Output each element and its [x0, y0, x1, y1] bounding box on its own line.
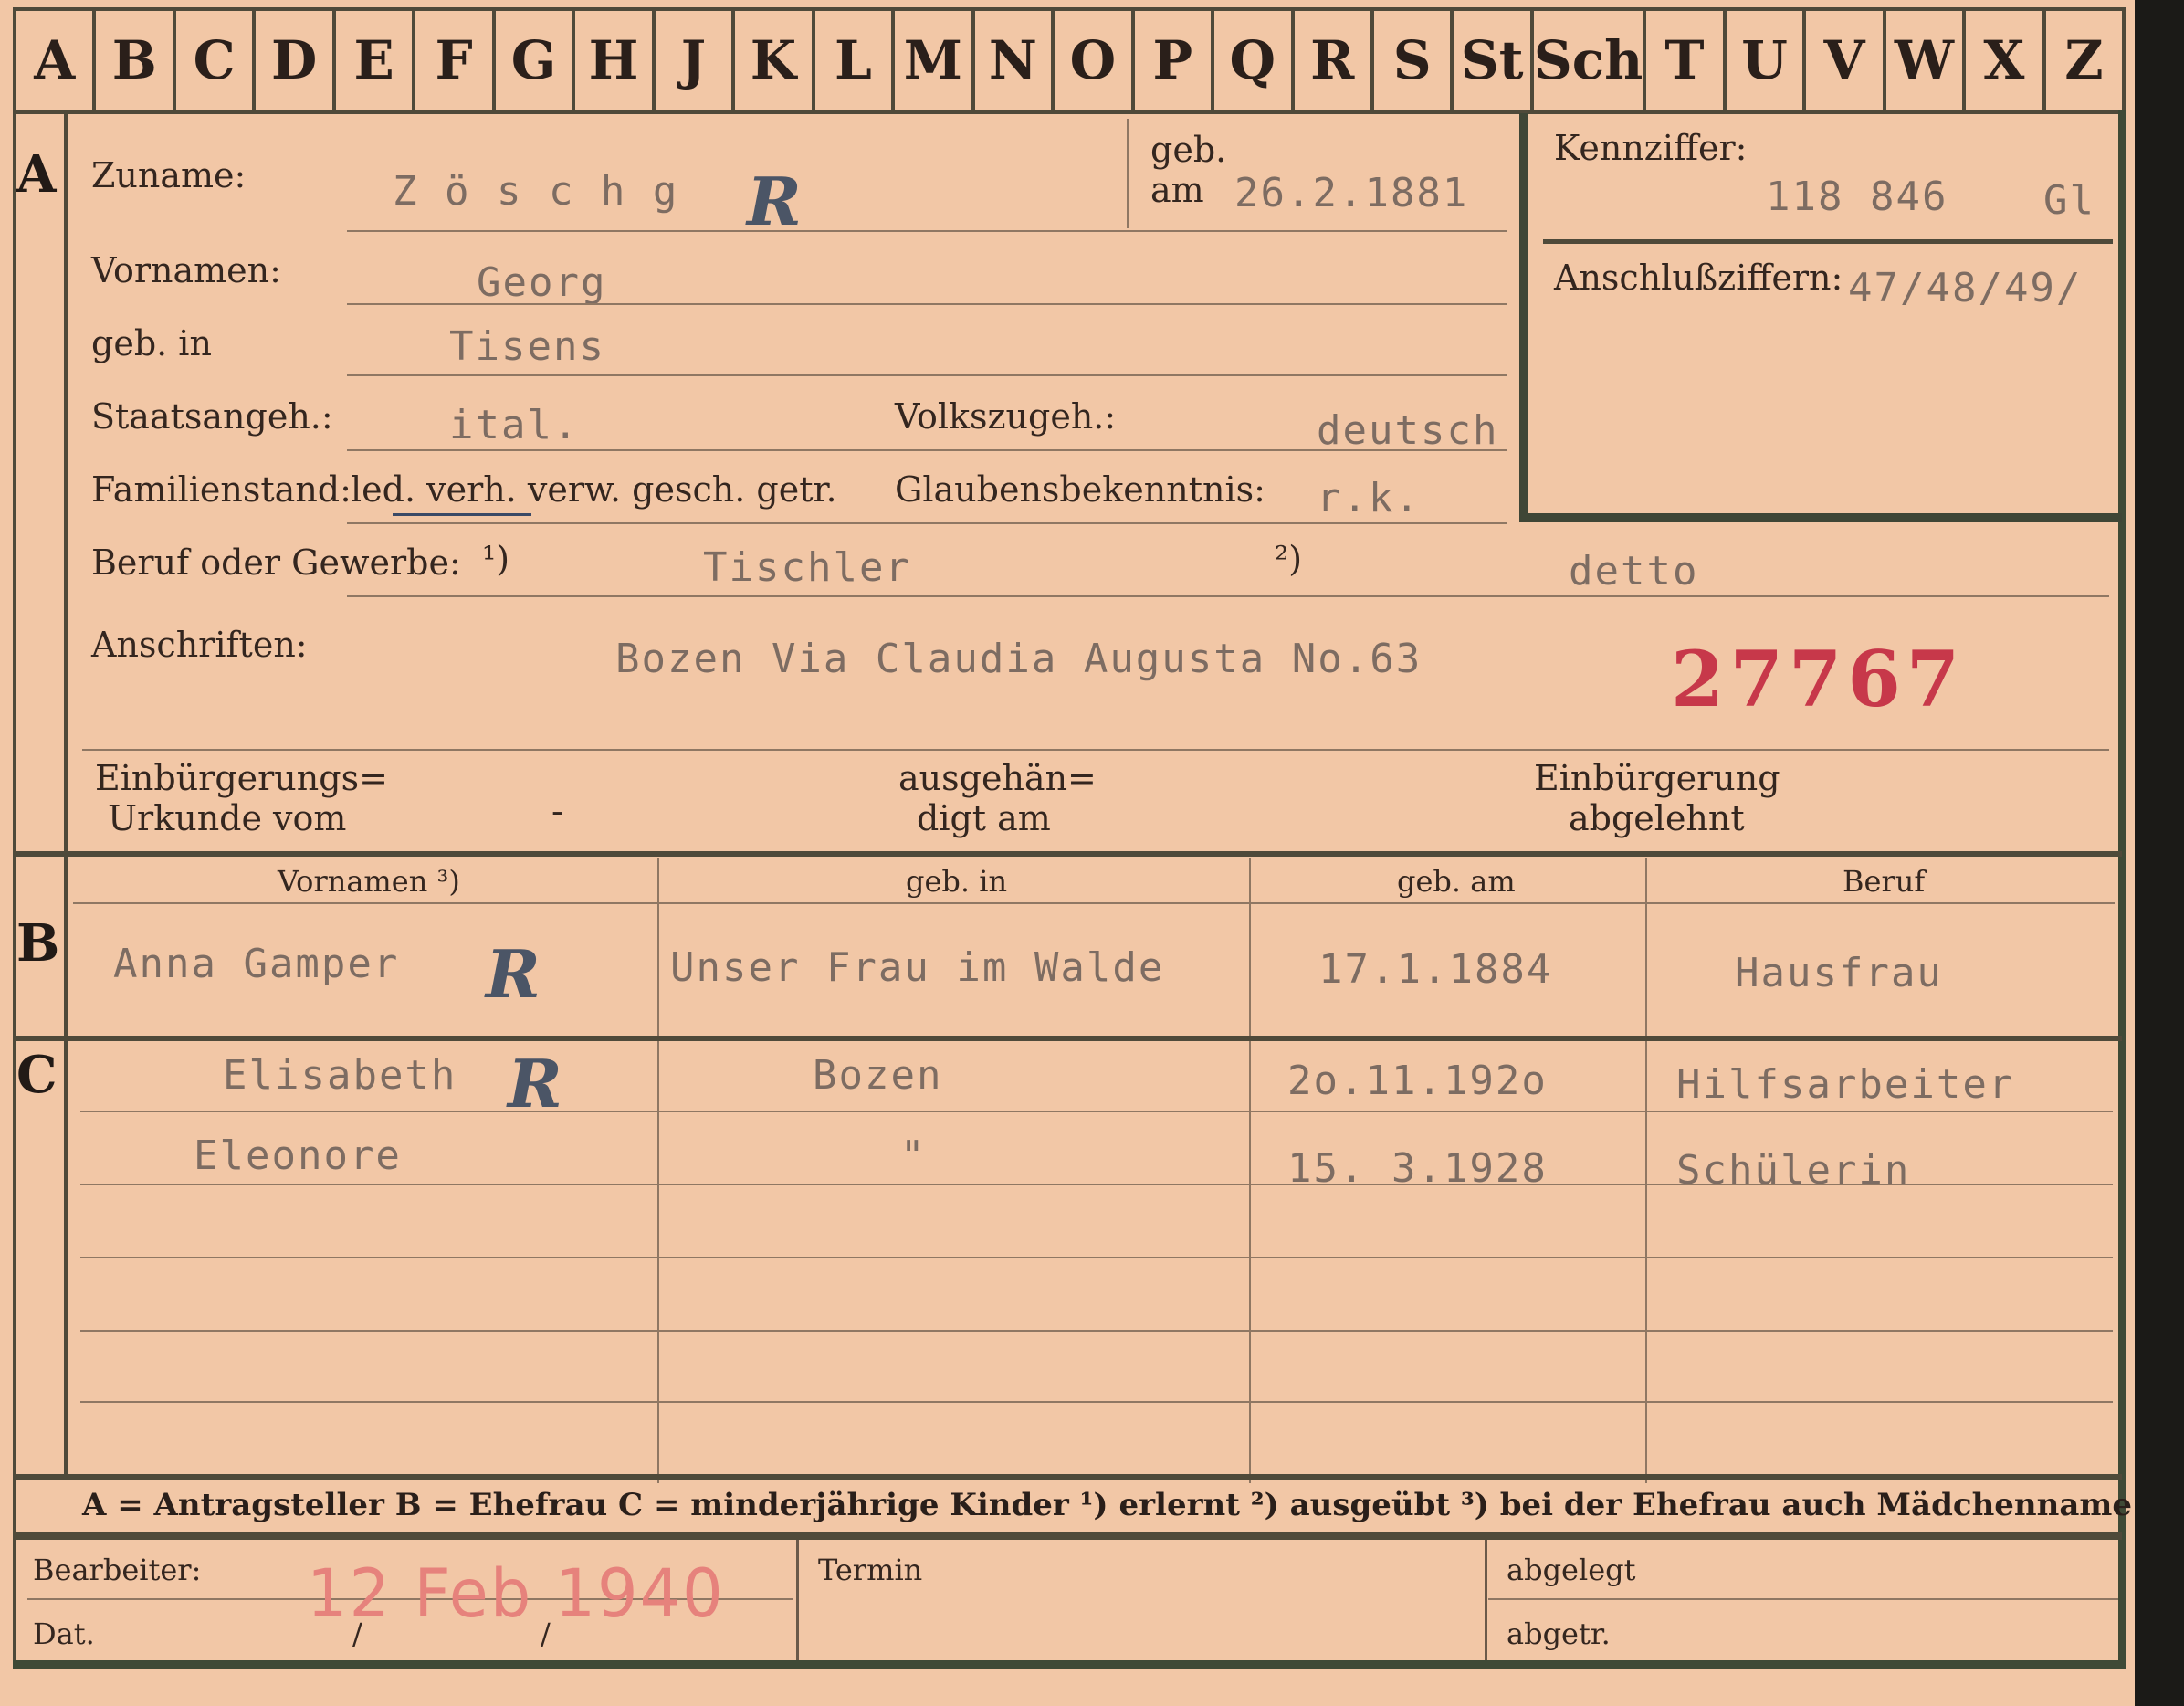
alphabet-tab: S [1373, 7, 1454, 110]
alphabet-tab: N [974, 7, 1055, 110]
alphabet-tab: F [415, 7, 496, 110]
code-label: Kennziffer: [1554, 128, 1748, 168]
occupation-learned: Tischler [703, 544, 911, 591]
marital-underline [393, 513, 531, 516]
first-names-label: Vornamen: [91, 250, 281, 290]
handed-label-1: ausgehän= [898, 758, 1097, 798]
alphabet-tab: P [1134, 7, 1215, 110]
alphabet-tab: M [895, 7, 975, 110]
code-value: 118 846 [1766, 174, 1948, 220]
handed-label-2: digt am [917, 798, 1051, 838]
received-date-stamp: 12 Feb 1940 [307, 1553, 725, 1634]
alphabet-tab: U [1726, 7, 1807, 110]
section-c-marker: C [16, 1045, 58, 1105]
connection-value: 47/48/49/ [1848, 265, 2083, 311]
born-label-geb: geb. [1150, 130, 1227, 170]
alphabet-tab: E [335, 7, 416, 110]
header-occupation: Beruf [1843, 864, 1926, 899]
transferred-label: abgetr. [1507, 1616, 1611, 1651]
alphabet-tab: G [495, 7, 576, 110]
citizenship-label: Staatsangeh.: [91, 396, 333, 437]
connection-label: Anschlußziffern: [1554, 258, 1843, 298]
address-value: Bozen Via Claudia Augusta No.63 [615, 636, 1423, 682]
registration-stamp-r-1: R [747, 163, 802, 240]
ethnicity-label: Volkszugeh.: [895, 396, 1117, 437]
spouse-birthdate: 17.1.1884 [1318, 946, 1553, 993]
alphabet-tab: W [1885, 7, 1967, 110]
registration-card: A B C D E F G H J K L M N O P Q R S St Sch T U V W X Z A Kennziff… [0, 0, 2135, 1706]
alphabet-tab: Q [1214, 7, 1295, 110]
header-birthdate: geb. am [1397, 864, 1516, 899]
alphabet-tab: D [256, 7, 336, 110]
first-names-value: Georg [477, 259, 607, 306]
alphabet-tab: V [1806, 7, 1886, 110]
alphabet-tab: B [96, 7, 176, 110]
birthplace-value: Tisens [449, 323, 605, 370]
alphabet-tab: St [1454, 7, 1534, 110]
spouse-name: Anna Gamper [113, 941, 400, 987]
alphabet-tab: H [575, 7, 656, 110]
alphabet-tab: O [1055, 7, 1135, 110]
filed-label: abgelegt [1507, 1553, 1636, 1587]
section-b-marker: B [16, 913, 60, 974]
religion-value: r.k. [1317, 475, 1421, 521]
occupation-note-2: ²) [1275, 539, 1303, 579]
date-label: Dat. [33, 1616, 95, 1651]
marital-options: led. verh. verw. gesch. getr. [351, 469, 837, 510]
header-birthplace: geb. in [906, 864, 1008, 899]
citizenship-value: ital. [449, 402, 580, 448]
alphabet-tab: T [1646, 7, 1727, 110]
rejected-label-2: abgelehnt [1569, 798, 1745, 838]
register-number: 27767 [1671, 634, 1966, 724]
alphabet-tab: L [814, 7, 896, 110]
code-suffix: Gl [2043, 177, 2095, 224]
alphabet-tabs: A B C D E F G H J K L M N O P Q R S St Sch T U V W X Z [13, 7, 2126, 110]
alphabet-tab: X [1966, 7, 2046, 110]
marital-label: Familienstand: [91, 469, 352, 510]
child-2-occupation: Schülerin [1676, 1147, 1911, 1194]
deadline-label: Termin [818, 1553, 923, 1587]
header-first-names: Vornamen ³) [278, 864, 460, 899]
child-1-name: Elisabeth [223, 1052, 457, 1099]
alphabet-tab: Sch [1533, 7, 1647, 110]
religion-label: Glaubensbekenntnis: [895, 469, 1265, 510]
spouse-birthplace: Unser Frau im Walde [670, 944, 1165, 991]
spouse-occupation: Hausfrau [1735, 950, 1943, 996]
surname-label: Zuname: [91, 155, 247, 195]
editor-label: Bearbeiter: [33, 1553, 202, 1587]
ethnicity-value: deutsch [1317, 407, 1499, 454]
legend: A = Antragsteller B = Ehefrau C = minder… [82, 1487, 2132, 1523]
child-1-occupation: Hilfsarbeiter [1676, 1061, 2015, 1108]
registration-stamp-r-2: R [486, 935, 541, 1013]
child-2-name: Eleonore [194, 1132, 402, 1179]
alphabet-tab: Z [2045, 7, 2126, 110]
born-label-am: am [1150, 170, 1204, 210]
naturalization-label-2: Urkunde vom [108, 798, 347, 838]
occupation-label: Beruf oder Gewerbe: [91, 542, 461, 583]
alphabet-tab: K [735, 7, 815, 110]
section-a-marker: A [16, 144, 57, 205]
born-date: 26.2.1881 [1234, 170, 1469, 216]
birthplace-label: geb. in [91, 323, 212, 363]
address-label: Anschriften: [91, 625, 308, 665]
alphabet-tab: J [655, 7, 736, 110]
surname-value: Z ö s c h g [393, 168, 679, 215]
occupation-practiced: detto [1569, 548, 1699, 595]
alphabet-tab: R [1294, 7, 1374, 110]
child-1-birthdate: 2o.11.192o [1287, 1058, 1548, 1104]
naturalization-dash: - [551, 791, 563, 831]
occupation-note-1: ¹) [482, 539, 510, 579]
naturalization-label-1: Einbürgerungs= [95, 758, 388, 798]
alphabet-tab: A [13, 7, 97, 110]
child-1-birthplace: Bozen [813, 1052, 943, 1099]
rejected-label-1: Einbürgerung [1534, 758, 1780, 798]
child-2-birthplace: " [900, 1132, 927, 1179]
alphabet-tab: C [175, 7, 257, 110]
